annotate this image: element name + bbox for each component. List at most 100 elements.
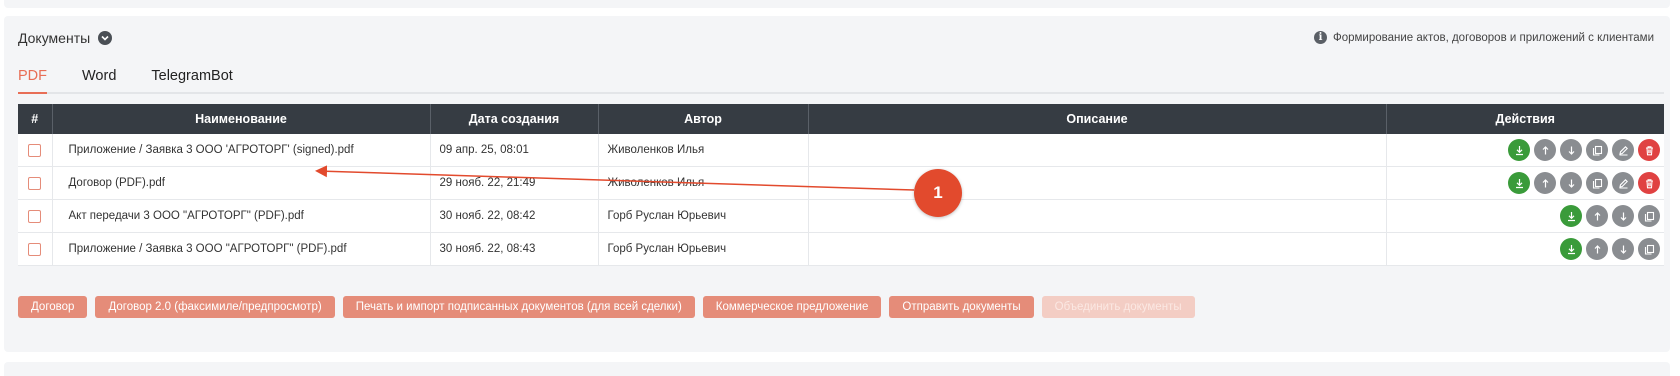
document-actions-bar: Договор Договор 2.0 (факсимиле/предпросм…	[18, 296, 1195, 318]
document-author: Живоленков Илья	[598, 166, 809, 200]
document-date: 30 нояб. 22, 08:43	[430, 232, 599, 266]
row-checkbox[interactable]	[28, 176, 42, 190]
row-actions	[1386, 134, 1664, 167]
document-description	[808, 166, 1387, 200]
column-header-description: Описание	[808, 104, 1387, 134]
trash-icon	[1644, 178, 1655, 189]
commercial-offer-button[interactable]: Коммерческое предложение	[702, 296, 882, 318]
copy-icon	[1592, 145, 1603, 156]
download-button[interactable]	[1560, 205, 1582, 227]
table-row: Договор (PDF).pdf 29 нояб. 22, 21:49 Живол…	[18, 166, 1664, 200]
edit-button[interactable]	[1612, 139, 1634, 161]
row-actions	[1386, 166, 1664, 200]
column-header-number: #	[18, 104, 53, 134]
top-panel-edge	[4, 0, 1670, 8]
document-name[interactable]: Приложение / Заявка 3 ООО "АГРОТОРГ" (PD…	[52, 232, 431, 266]
chevron-down-icon[interactable]	[98, 31, 113, 45]
document-name[interactable]: Приложение / Заявка 3 ООО 'АГРОТОРГ' (si…	[52, 134, 431, 167]
table-row: Акт передачи 3 ООО "АГРОТОРГ" (PDF).pdf 3…	[18, 199, 1664, 233]
copy-button[interactable]	[1586, 172, 1608, 194]
column-header-name[interactable]: Наименование	[52, 104, 431, 134]
download-button[interactable]	[1560, 238, 1582, 260]
arrow-up-icon	[1540, 145, 1551, 156]
row-checkbox[interactable]	[28, 209, 42, 223]
document-date: 29 нояб. 22, 21:49	[430, 166, 599, 200]
move-up-button[interactable]	[1586, 238, 1608, 260]
help-text: Формирование актов, договоров и приложен…	[1332, 31, 1654, 44]
tab-word[interactable]: Word	[82, 68, 116, 92]
contract-button[interactable]: Договор	[18, 296, 88, 318]
row-checkbox[interactable]	[28, 242, 42, 256]
tab-telegrambot[interactable]: TelegramBot	[151, 68, 232, 92]
send-documents-button[interactable]: Отправить документы	[889, 296, 1034, 318]
tab-bar: PDF Word TelegramBot	[18, 68, 1664, 94]
table-row: Приложение / Заявка 3 ООО "АГРОТОРГ" (PD…	[18, 232, 1664, 266]
table-header-row: # Наименование Дата создания Автор Описа…	[18, 104, 1664, 134]
column-header-author[interactable]: Автор	[598, 104, 809, 134]
row-select-cell	[18, 199, 53, 233]
row-checkbox[interactable]	[28, 143, 42, 157]
edit-icon	[1618, 145, 1629, 156]
document-date: 30 нояб. 22, 08:42	[430, 199, 599, 233]
annotation-marker: 1	[914, 169, 962, 217]
documents-panel: Документы i Формирование актов, договоро…	[4, 16, 1670, 352]
copy-button[interactable]	[1638, 238, 1660, 260]
documents-table: # Наименование Дата создания Автор Описа…	[18, 104, 1664, 266]
tab-pdf[interactable]: PDF	[18, 68, 47, 94]
document-date: 09 апр. 25, 08:01	[430, 134, 599, 167]
arrow-up-icon	[1592, 211, 1603, 222]
delete-button[interactable]	[1638, 139, 1660, 161]
row-select-cell	[18, 232, 53, 266]
section-title: Документы	[18, 30, 91, 46]
document-author: Горб Руслан Юрьевич	[598, 232, 809, 266]
arrow-down-icon	[1566, 178, 1577, 189]
row-actions	[1386, 232, 1664, 266]
column-header-date[interactable]: Дата создания	[430, 104, 599, 134]
download-button[interactable]	[1508, 139, 1530, 161]
print-import-signed-button[interactable]: Печать и импорт подписанных документов (…	[342, 296, 695, 318]
document-name[interactable]: Акт передачи 3 ООО "АГРОТОРГ" (PDF).pdf	[52, 199, 431, 233]
document-author: Горб Руслан Юрьевич	[598, 199, 809, 233]
copy-button[interactable]	[1638, 205, 1660, 227]
edit-button[interactable]	[1612, 172, 1634, 194]
section-header: Документы	[18, 30, 113, 46]
download-icon	[1514, 145, 1525, 156]
table-row: Приложение / Заявка 3 ООО 'АГРОТОРГ' (si…	[18, 134, 1664, 167]
column-header-actions: Действия	[1386, 104, 1664, 134]
arrow-up-icon	[1540, 178, 1551, 189]
move-up-button[interactable]	[1534, 139, 1556, 161]
download-button[interactable]	[1508, 172, 1530, 194]
download-icon	[1566, 211, 1577, 222]
copy-icon	[1644, 244, 1655, 255]
move-down-button[interactable]	[1560, 172, 1582, 194]
row-actions	[1386, 199, 1664, 233]
move-up-button[interactable]	[1586, 205, 1608, 227]
move-up-button[interactable]	[1534, 172, 1556, 194]
download-icon	[1566, 244, 1577, 255]
trash-icon	[1644, 145, 1655, 156]
contract-2-facsimile-button[interactable]: Договор 2.0 (факсимиле/предпросмотр)	[95, 296, 335, 318]
document-description	[808, 232, 1387, 266]
help-hint: i Формирование актов, договоров и прилож…	[1313, 31, 1654, 44]
arrow-up-icon	[1592, 244, 1603, 255]
delete-button[interactable]	[1638, 172, 1660, 194]
edit-icon	[1618, 178, 1629, 189]
arrow-down-icon	[1618, 211, 1629, 222]
document-description	[808, 199, 1387, 233]
move-down-button[interactable]	[1560, 139, 1582, 161]
bottom-panel-edge	[4, 362, 1670, 376]
merge-documents-button: Объединить документы	[1041, 296, 1195, 318]
download-icon	[1514, 178, 1525, 189]
row-select-cell	[18, 134, 53, 167]
document-description	[808, 134, 1387, 167]
copy-icon	[1644, 211, 1655, 222]
arrow-down-icon	[1618, 244, 1629, 255]
copy-icon	[1592, 178, 1603, 189]
document-author: Живоленков Илья	[598, 134, 809, 167]
document-name[interactable]: Договор (PDF).pdf	[52, 166, 431, 200]
move-down-button[interactable]	[1612, 238, 1634, 260]
info-icon: i	[1313, 31, 1327, 44]
row-select-cell	[18, 166, 53, 200]
move-down-button[interactable]	[1612, 205, 1634, 227]
copy-button[interactable]	[1586, 139, 1608, 161]
